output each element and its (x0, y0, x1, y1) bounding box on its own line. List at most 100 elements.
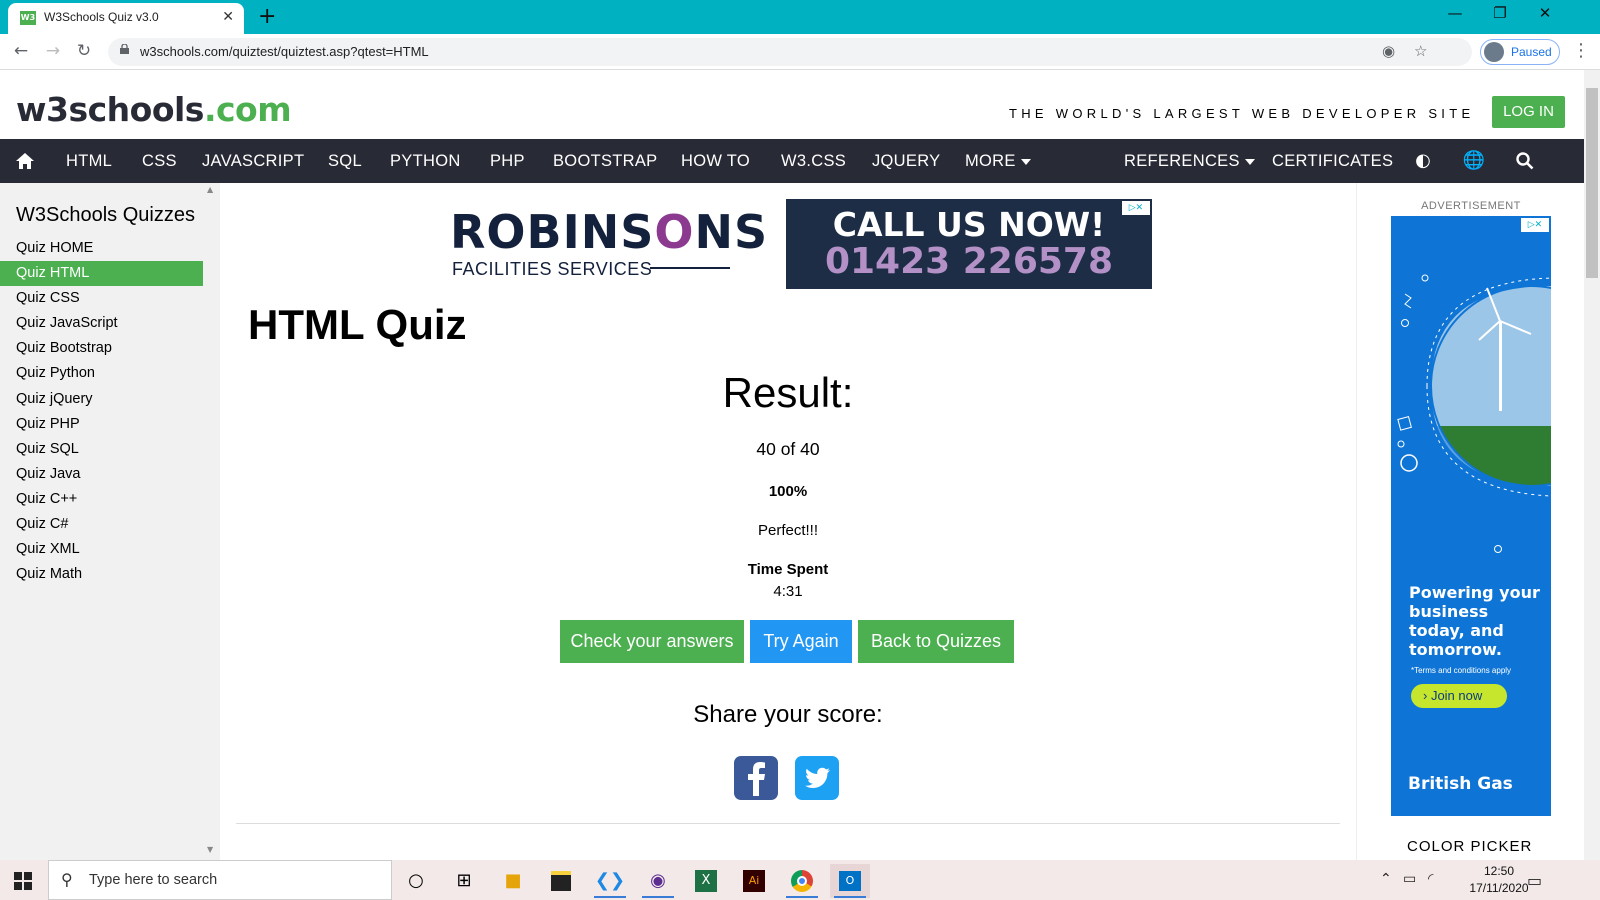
sidebar-item-quiz-bootstrap[interactable]: Quiz Bootstrap (0, 336, 203, 361)
sidebar-item-quiz-jquery[interactable]: Quiz jQuery (0, 387, 203, 412)
file-explorer-icon[interactable]: ■ (493, 864, 533, 898)
clock-date: 17/11/2020 (1469, 881, 1529, 895)
close-tab-icon[interactable]: ✕ (222, 9, 234, 25)
ad-join-button[interactable]: › Join now (1411, 684, 1507, 708)
browser-menu-icon[interactable]: ⋮ (1572, 40, 1590, 61)
battery-icon[interactable]: ▭ (1403, 871, 1416, 887)
adchoices-icon[interactable]: ▷✕ (1521, 218, 1549, 232)
color-picker-heading: COLOR PICKER (1407, 838, 1533, 855)
sticky-notes-icon[interactable] (541, 864, 581, 898)
banner-advertisement[interactable]: ROBINSONS FACILITIES SERVICES CALL US NO… (424, 199, 1152, 289)
score-percent: 100% (768, 483, 808, 500)
login-button[interactable]: LOG IN (1492, 96, 1565, 128)
chrome-icon[interactable] (782, 864, 822, 898)
onenote-icon[interactable]: ◉ (638, 864, 678, 898)
sidebar-item-quiz-php[interactable]: Quiz PHP (0, 412, 203, 437)
sidebar-item-quiz-csharp[interactable]: Quiz C# (0, 512, 203, 537)
sidebar-item-quiz-python[interactable]: Quiz Python (0, 361, 203, 386)
scrollbar-thumb[interactable] (1586, 88, 1598, 278)
nav-html[interactable]: HTML (66, 139, 112, 183)
reload-icon[interactable]: ↻ (73, 41, 95, 61)
profile-status: Paused (1511, 45, 1552, 59)
windows-start-icon[interactable] (14, 872, 32, 890)
illustrator-icon[interactable]: Ai (734, 864, 774, 898)
new-tab-icon[interactable]: + (258, 4, 276, 29)
url-field[interactable]: w3schools.com/quiztest/quiztest.asp?qtes… (108, 38, 1472, 66)
check-answers-button[interactable]: Check your answers (560, 620, 744, 663)
nav-css[interactable]: CSS (142, 139, 177, 183)
search-icon: ⚲ (61, 870, 73, 889)
taskbar-clock[interactable]: 12:50 17/11/2020 (1464, 863, 1534, 897)
cortana-icon[interactable]: ○ (396, 864, 436, 898)
globe-icon[interactable]: 🌐 (1461, 139, 1487, 183)
sidebar-title: W3Schools Quizzes (16, 204, 195, 226)
scroll-down-arrow-icon[interactable]: ▼ (207, 845, 213, 854)
vscode-icon[interactable]: ❮❯ (590, 864, 630, 898)
show-hidden-icons-icon[interactable]: ⌃ (1380, 871, 1392, 887)
sidebar-item-quiz-xml[interactable]: Quiz XML (0, 537, 203, 562)
nav-certificates[interactable]: CERTIFICATES (1272, 139, 1393, 183)
nav-sql[interactable]: SQL (328, 139, 362, 183)
time-spent-value: 4:31 (773, 583, 803, 600)
sidebar-item-quiz-home[interactable]: Quiz HOME (0, 236, 203, 261)
nav-w3css[interactable]: W3.CSS (781, 139, 846, 183)
back-icon[interactable]: ← (10, 41, 32, 61)
home-icon[interactable] (12, 139, 38, 183)
outlook-icon[interactable]: O (830, 864, 870, 898)
adchoices-icon[interactable]: ▷✕ (1122, 201, 1150, 215)
scroll-up-arrow-icon[interactable]: ▲ (207, 185, 213, 194)
sidebar-item-quiz-sql[interactable]: Quiz SQL (0, 437, 203, 462)
browser-tab[interactable]: W3 W3Schools Quiz v3.0 ✕ (8, 3, 244, 34)
excel-icon[interactable]: X (686, 864, 726, 898)
task-view-icon[interactable]: ⊞ (444, 864, 484, 898)
banner-cta-line1: CALL US NOW! (832, 205, 1106, 244)
try-again-button[interactable]: Try Again (750, 620, 852, 663)
active-app-indicator (834, 896, 866, 898)
page-title: HTML Quiz (248, 301, 467, 348)
nav-bootstrap[interactable]: BOOTSTRAP (553, 139, 657, 183)
avatar (1484, 42, 1504, 62)
sidebar-item-quiz-java[interactable]: Quiz Java (0, 462, 203, 487)
nav-references[interactable]: REFERENCES (1124, 139, 1255, 183)
logo-tld: .com (203, 90, 292, 129)
twitter-share-icon[interactable] (795, 756, 839, 800)
skyscraper-ad[interactable]: ▷✕ Powering your business today, and tom… (1391, 216, 1551, 816)
banner-cta-panel: CALL US NOW! 01423 226578 ▷✕ (786, 199, 1152, 289)
top-navigation: HTML CSS JAVASCRIPT SQL PYTHON PHP BOOTS… (0, 139, 1584, 183)
banner-subtitle: FACILITIES SERVICES (452, 259, 653, 279)
forward-icon[interactable]: → (42, 41, 64, 61)
banner-divider (650, 267, 730, 269)
page-scrollbar[interactable] (1584, 70, 1600, 860)
tracking-eye-icon[interactable]: ◉ (1382, 42, 1395, 60)
nav-more[interactable]: MORE (965, 139, 1031, 183)
nav-php[interactable]: PHP (490, 139, 525, 183)
logo-main: w3schools (16, 90, 204, 129)
theme-toggle-icon[interactable]: ◐ (1410, 139, 1436, 183)
sidebar-item-quiz-javascript[interactable]: Quiz JavaScript (0, 311, 203, 336)
windows-taskbar: ⚲ Type here to search ○ ⊞ ■ ❮❯ ◉ X Ai O … (0, 860, 1600, 900)
sidebar-list: Quiz HOME Quiz HTML Quiz CSS Quiz JavaSc… (0, 236, 203, 587)
sidebar-item-quiz-html[interactable]: Quiz HTML (0, 261, 203, 287)
sidebar-item-quiz-math[interactable]: Quiz Math (0, 562, 203, 587)
nav-jquery[interactable]: JQUERY (872, 139, 940, 183)
site-logo[interactable]: w3schools.com (16, 90, 292, 129)
restore-icon[interactable]: ❐ (1485, 4, 1515, 22)
taskbar-search-input[interactable]: ⚲ Type here to search (48, 860, 392, 900)
notifications-icon[interactable]: ▭ (1527, 871, 1542, 890)
profile-button[interactable]: Paused (1480, 39, 1560, 65)
search-icon[interactable] (1512, 139, 1538, 183)
lock-icon (120, 44, 129, 54)
back-to-quizzes-button[interactable]: Back to Quizzes (858, 620, 1014, 663)
nav-how-to[interactable]: HOW TO (681, 139, 750, 183)
bookmark-star-icon[interactable]: ☆ (1414, 42, 1427, 60)
sidebar-item-quiz-cpp[interactable]: Quiz C++ (0, 487, 203, 512)
minimize-icon[interactable]: — (1440, 4, 1470, 22)
wifi-icon[interactable]: ◜ (1428, 871, 1433, 887)
url-text: w3schools.com/quiztest/quiztest.asp?qtes… (140, 44, 429, 59)
facebook-share-icon[interactable] (734, 756, 778, 800)
nav-javascript[interactable]: JAVASCRIPT (202, 139, 304, 183)
nav-python[interactable]: PYTHON (390, 139, 461, 183)
sidebar-item-quiz-css[interactable]: Quiz CSS (0, 286, 203, 311)
window-close-icon[interactable]: ✕ (1530, 4, 1560, 22)
result-heading: Result: (722, 369, 854, 416)
